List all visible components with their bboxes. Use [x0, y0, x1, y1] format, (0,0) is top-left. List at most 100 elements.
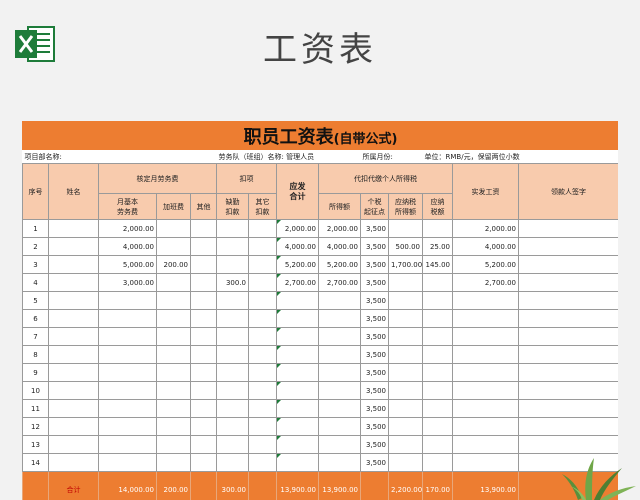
payable-cell[interactable] — [276, 453, 319, 472]
seq-cell[interactable]: 10 — [22, 381, 49, 400]
payable-cell[interactable]: 2,000.00 — [276, 219, 319, 238]
payable-cell[interactable]: 2,700.00 — [276, 273, 319, 292]
absence-cell[interactable] — [216, 237, 249, 256]
income-cell[interactable]: 2,700.00 — [318, 273, 361, 292]
base-cell[interactable]: 4,000.00 — [98, 237, 157, 256]
name-cell[interactable] — [48, 453, 99, 472]
income-cell[interactable] — [318, 327, 361, 346]
base-cell[interactable] — [98, 345, 157, 364]
name-cell[interactable] — [48, 219, 99, 238]
net-pay-cell[interactable] — [452, 363, 519, 382]
totals-absence[interactable]: 300.00 — [216, 471, 249, 500]
other-ded-cell[interactable] — [248, 453, 277, 472]
other-ded-cell[interactable] — [248, 273, 277, 292]
totals-overtime[interactable]: 200.00 — [156, 471, 191, 500]
totals-other[interactable] — [190, 471, 217, 500]
other-ded-cell[interactable] — [248, 291, 277, 310]
seq-cell[interactable]: 5 — [22, 291, 49, 310]
name-cell[interactable] — [48, 309, 99, 328]
net-pay-cell[interactable]: 2,700.00 — [452, 273, 519, 292]
overtime-cell[interactable] — [156, 237, 191, 256]
taxable-cell[interactable] — [388, 219, 423, 238]
tax-cell[interactable] — [422, 327, 453, 346]
other-cell[interactable] — [190, 237, 217, 256]
other-cell[interactable] — [190, 399, 217, 418]
totals-tax[interactable]: 170.00 — [422, 471, 453, 500]
payable-cell[interactable] — [276, 381, 319, 400]
signature-cell[interactable] — [517, 363, 618, 382]
seq-cell[interactable]: 8 — [22, 345, 49, 364]
signature-cell[interactable] — [517, 219, 618, 238]
taxable-cell[interactable] — [388, 399, 423, 418]
income-cell[interactable]: 5,200.00 — [318, 255, 361, 274]
other-ded-cell[interactable] — [248, 219, 277, 238]
overtime-cell[interactable] — [156, 363, 191, 382]
tax-cell[interactable] — [422, 345, 453, 364]
name-cell[interactable] — [48, 273, 99, 292]
payable-cell[interactable] — [276, 435, 319, 454]
base-cell[interactable] — [98, 381, 157, 400]
base-cell[interactable] — [98, 363, 157, 382]
taxable-cell[interactable] — [388, 417, 423, 436]
taxable-cell[interactable] — [388, 345, 423, 364]
other-cell[interactable] — [190, 435, 217, 454]
other-ded-cell[interactable] — [248, 417, 277, 436]
overtime-cell[interactable]: 200.00 — [156, 255, 191, 274]
payable-cell[interactable]: 4,000.00 — [276, 237, 319, 256]
income-cell[interactable] — [318, 453, 361, 472]
seq-cell[interactable]: 3 — [22, 255, 49, 274]
other-ded-cell[interactable] — [248, 381, 277, 400]
totals-net[interactable]: 13,900.00 — [452, 471, 519, 500]
net-pay-cell[interactable] — [452, 381, 519, 400]
signature-cell[interactable] — [517, 381, 618, 400]
absence-cell[interactable] — [216, 219, 249, 238]
base-cell[interactable]: 5,000.00 — [98, 255, 157, 274]
tax-cell[interactable] — [422, 291, 453, 310]
other-cell[interactable] — [190, 381, 217, 400]
signature-cell[interactable] — [517, 417, 618, 436]
absence-cell[interactable] — [216, 381, 249, 400]
other-cell[interactable] — [190, 273, 217, 292]
seq-cell[interactable]: 4 — [22, 273, 49, 292]
overtime-cell[interactable] — [156, 291, 191, 310]
name-cell[interactable] — [48, 327, 99, 346]
tax-cell[interactable] — [422, 219, 453, 238]
overtime-cell[interactable] — [156, 435, 191, 454]
signature-cell[interactable] — [517, 345, 618, 364]
seq-cell[interactable]: 14 — [22, 453, 49, 472]
income-cell[interactable]: 2,000.00 — [318, 219, 361, 238]
income-cell[interactable] — [318, 417, 361, 436]
name-cell[interactable] — [48, 381, 99, 400]
signature-cell[interactable] — [517, 273, 618, 292]
seq-cell[interactable]: 12 — [22, 417, 49, 436]
tax-cell[interactable] — [422, 381, 453, 400]
overtime-cell[interactable] — [156, 417, 191, 436]
tax-cell[interactable]: 25.00 — [422, 237, 453, 256]
other-ded-cell[interactable] — [248, 255, 277, 274]
payable-cell[interactable] — [276, 363, 319, 382]
seq-cell[interactable]: 13 — [22, 435, 49, 454]
overtime-cell[interactable] — [156, 327, 191, 346]
taxable-cell[interactable] — [388, 435, 423, 454]
other-cell[interactable] — [190, 417, 217, 436]
absence-cell[interactable] — [216, 435, 249, 454]
totals-label[interactable]: 合计 — [48, 471, 99, 500]
signature-cell[interactable] — [517, 435, 618, 454]
signature-cell[interactable] — [517, 309, 618, 328]
base-cell[interactable] — [98, 291, 157, 310]
name-cell[interactable] — [48, 237, 99, 256]
signature-cell[interactable] — [517, 237, 618, 256]
tax-cell[interactable] — [422, 399, 453, 418]
name-cell[interactable] — [48, 291, 99, 310]
net-pay-cell[interactable] — [452, 327, 519, 346]
net-pay-cell[interactable]: 2,000.00 — [452, 219, 519, 238]
taxable-cell[interactable] — [388, 273, 423, 292]
tax-cell[interactable]: 145.00 — [422, 255, 453, 274]
other-cell[interactable] — [190, 327, 217, 346]
seq-cell[interactable]: 2 — [22, 237, 49, 256]
net-pay-cell[interactable] — [452, 453, 519, 472]
overtime-cell[interactable] — [156, 381, 191, 400]
tax-cell[interactable] — [422, 453, 453, 472]
payable-cell[interactable] — [276, 399, 319, 418]
absence-cell[interactable] — [216, 327, 249, 346]
